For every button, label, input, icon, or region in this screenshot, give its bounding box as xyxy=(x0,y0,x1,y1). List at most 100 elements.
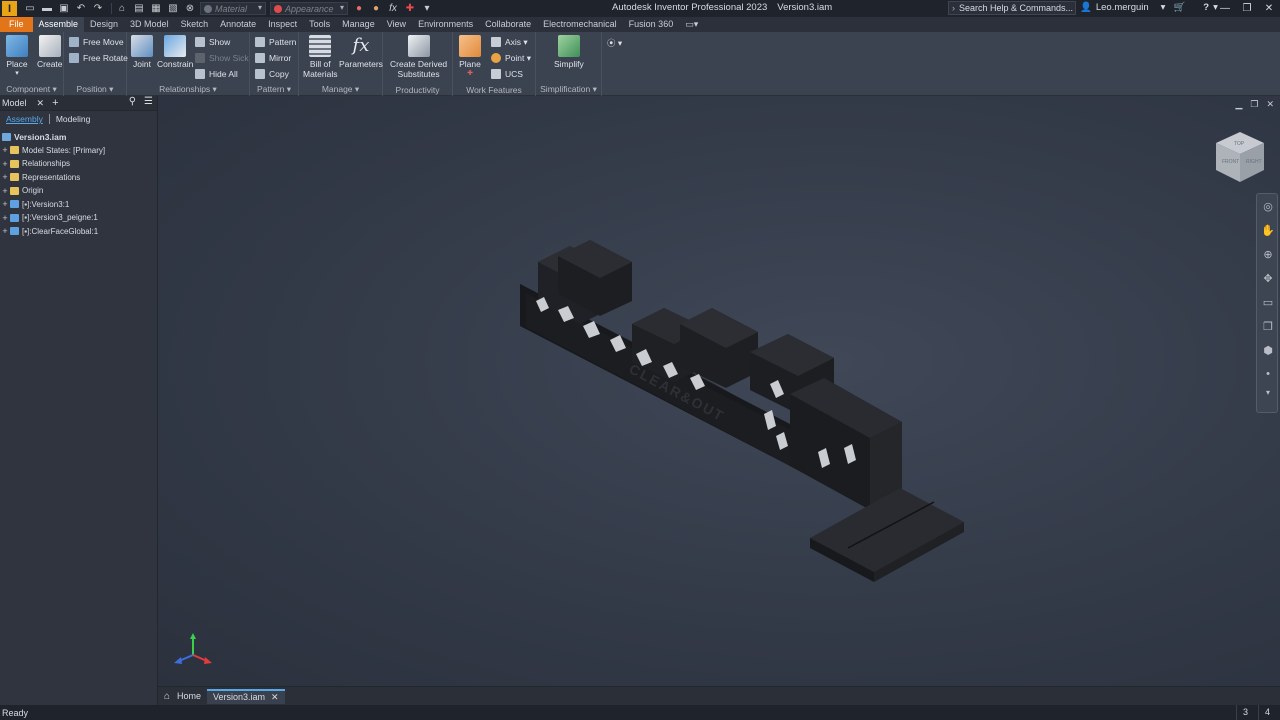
tree-root[interactable]: Version3.iam xyxy=(0,130,157,144)
tab-view[interactable]: View xyxy=(381,17,412,32)
panel-label-simplification[interactable]: Simplification ▾ xyxy=(536,84,601,95)
tab-inspect[interactable]: Inspect xyxy=(262,17,303,32)
tab-file[interactable]: File xyxy=(0,17,33,32)
expand-icon[interactable]: + xyxy=(0,226,10,236)
tree-item-version3-peigne[interactable]: + [▪]:Version3_peigne:1 xyxy=(0,211,157,225)
free-move-button[interactable]: Free Move xyxy=(69,35,124,49)
copy-button[interactable]: Copy xyxy=(255,67,289,81)
ucs-button[interactable]: UCS xyxy=(491,67,523,81)
fx-icon[interactable]: fx xyxy=(386,2,400,15)
tab-annotate[interactable]: Annotate xyxy=(214,17,262,32)
ribbon-options-button[interactable]: ⦿ ▾ xyxy=(607,36,622,50)
show-button[interactable]: Show xyxy=(195,35,230,49)
constrain-button[interactable]: Constrain xyxy=(157,35,193,69)
tab-modeling[interactable]: Modeling xyxy=(56,114,91,124)
mirror-button[interactable]: Mirror xyxy=(255,51,291,65)
axis-button[interactable]: Axis ▾ xyxy=(491,35,528,49)
3d-model[interactable]: CLEAR&OUT xyxy=(158,96,1280,686)
tab-design[interactable]: Design xyxy=(84,17,124,32)
new-file-icon[interactable]: ▭ xyxy=(23,2,37,15)
cart-icon[interactable]: 🛒 xyxy=(1173,2,1185,13)
pan-icon[interactable]: ✋ xyxy=(1257,218,1279,242)
expand-icon[interactable]: + xyxy=(0,172,10,182)
redo-icon[interactable]: ↷ xyxy=(91,2,105,15)
doc-tab-version3[interactable]: Version3.iam ✕ xyxy=(207,688,285,704)
help-icon[interactable]: ? xyxy=(1203,2,1209,13)
tab-environments[interactable]: Environments xyxy=(412,17,479,32)
tab-collaborate[interactable]: Collaborate xyxy=(479,17,537,32)
tab-manage[interactable]: Manage xyxy=(336,17,381,32)
user-menu[interactable]: 👤 Leo.merguin ▾ 🛒 ? ▾ xyxy=(1080,2,1218,13)
close-tab-icon[interactable]: ✕ xyxy=(271,692,279,703)
tree-item-clearfaceglobal[interactable]: + [▪]:ClearFaceGlobal:1 xyxy=(0,225,157,239)
panel-label-component[interactable]: Component ▾ xyxy=(0,84,63,95)
viewcube-front[interactable]: FRONT xyxy=(1222,159,1239,165)
tree-item-version3[interactable]: + [▪]:Version3:1 xyxy=(0,198,157,212)
create-button[interactable]: Create xyxy=(37,35,63,69)
expand-icon[interactable]: + xyxy=(0,186,10,196)
panel-label-manage[interactable]: Manage ▾ xyxy=(299,84,382,95)
panel-label-pattern[interactable]: Pattern ▾ xyxy=(250,84,298,95)
browser-title-tab[interactable]: Model xyxy=(2,98,27,108)
tree-item-origin[interactable]: + Origin xyxy=(0,184,157,198)
update-icon[interactable]: ▧ xyxy=(166,2,180,15)
tab-3d-model[interactable]: 3D Model xyxy=(124,17,175,32)
viewcube-right[interactable]: RIGHT xyxy=(1246,159,1262,165)
expand-icon[interactable]: + xyxy=(0,159,10,169)
add-browser-icon[interactable]: + xyxy=(52,97,58,109)
home-icon[interactable]: ⌂ xyxy=(115,2,129,15)
plane-button[interactable]: Plane ✚ xyxy=(459,35,481,79)
pattern-button[interactable]: Pattern xyxy=(255,35,296,49)
steering-wheel-icon[interactable]: ◎ xyxy=(1257,194,1279,218)
tab-fusion-360[interactable]: Fusion 360 xyxy=(623,17,680,32)
zoom-all-icon[interactable]: ⬢ xyxy=(1257,338,1279,362)
tab-assemble[interactable]: Assemble xyxy=(32,17,85,32)
zoom-icon[interactable]: ⊕ xyxy=(1257,242,1279,266)
create-derived-substitutes-button[interactable]: Create Derived Substitutes xyxy=(390,35,447,79)
appearance-combo[interactable]: Appearance ▾ xyxy=(270,2,348,15)
place-button[interactable]: Place ▾ xyxy=(6,35,28,79)
free-rotate-button[interactable]: Free Rotate xyxy=(69,51,128,65)
select-icon[interactable]: ▦ xyxy=(149,2,163,15)
expand-icon[interactable]: + xyxy=(0,213,10,223)
nav-options-icon[interactable]: • xyxy=(1257,362,1279,386)
tree-item-representations[interactable]: + Representations xyxy=(0,171,157,185)
viewcube[interactable]: FRONT RIGHT TOP xyxy=(1210,130,1270,188)
view-face-icon[interactable]: ❐ xyxy=(1257,314,1279,338)
open-folder-icon[interactable]: ▬ xyxy=(40,2,54,15)
tab-electromechanical[interactable]: Electromechanical xyxy=(537,17,623,32)
add-icon[interactable]: ✚ xyxy=(403,2,417,15)
clear-icon[interactable]: ⊗ xyxy=(183,2,197,15)
expand-icon[interactable]: + xyxy=(0,199,10,209)
search-icon[interactable]: ⚲ xyxy=(129,96,136,107)
minimize-icon[interactable]: — xyxy=(1214,3,1236,14)
tab-assembly[interactable]: Assembly xyxy=(6,114,43,124)
orbit-icon[interactable]: ✥ xyxy=(1257,266,1279,290)
close-browser-icon[interactable]: ✕ xyxy=(37,98,45,109)
adjust-appearance-icon[interactable]: ● xyxy=(352,2,366,15)
print-icon[interactable]: ▤ xyxy=(132,2,146,15)
tab-sketch[interactable]: Sketch xyxy=(175,17,215,32)
tree-item-model-states[interactable]: + Model States: [Primary] xyxy=(0,144,157,158)
expand-icon[interactable]: + xyxy=(0,145,10,155)
parameters-button[interactable]: fx Parameters xyxy=(339,35,383,69)
tab-tools[interactable]: Tools xyxy=(303,17,336,32)
graphics-viewport[interactable]: ▁ ❐ ✕ CLEAR&OUT FRONT RIGHT TOP ◎ ✋ ⊕ ✥ … xyxy=(158,96,1280,686)
tab-options-icon[interactable]: ▭▾ xyxy=(679,17,704,32)
material-combo[interactable]: Material ▾ xyxy=(200,2,266,15)
hide-all-button[interactable]: Hide All xyxy=(195,67,238,81)
search-input[interactable]: › Search Help & Commands... xyxy=(948,1,1076,15)
customize-icon[interactable]: ▾ xyxy=(420,2,434,15)
panel-label-position[interactable]: Position ▾ xyxy=(64,84,126,95)
undo-icon[interactable]: ↶ xyxy=(74,2,88,15)
joint-button[interactable]: Joint xyxy=(131,35,153,69)
doc-tab-home[interactable]: ⌂ Home xyxy=(158,689,207,704)
panel-label-relationships[interactable]: Relationships ▾ xyxy=(127,84,249,95)
viewcube-top[interactable]: TOP xyxy=(1234,141,1245,147)
tree-item-relationships[interactable]: + Relationships xyxy=(0,157,157,171)
restore-icon[interactable]: ❐ xyxy=(1236,3,1258,14)
close-icon[interactable]: ✕ xyxy=(1258,3,1280,14)
inventor-logo[interactable]: I xyxy=(2,1,17,16)
clear-appearance-icon[interactable]: ● xyxy=(369,2,383,15)
bom-button[interactable]: Bill of Materials xyxy=(303,35,337,79)
